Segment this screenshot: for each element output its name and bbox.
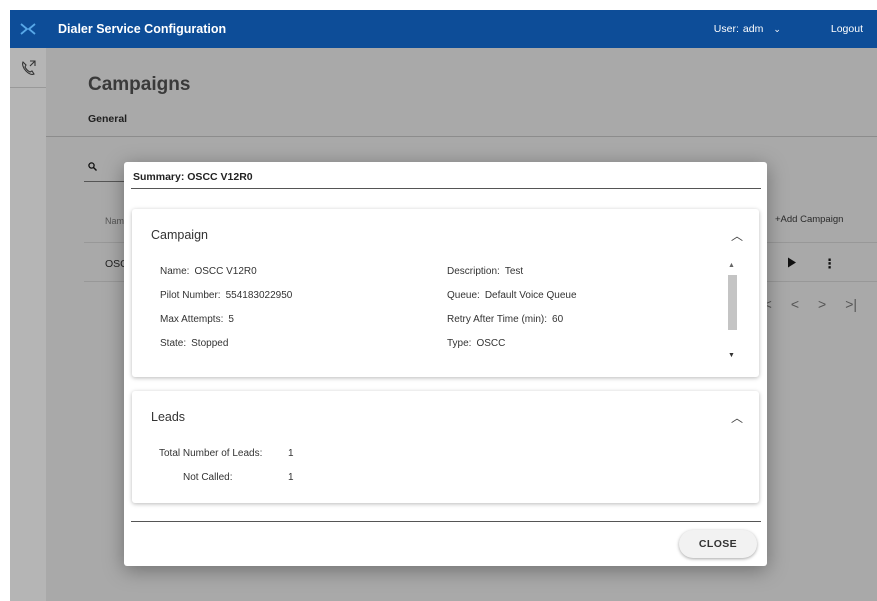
field-value: Default Voice Queue: [484, 290, 577, 301]
more-options-icon[interactable]: ⋮: [823, 256, 836, 272]
field-queue: Queue: Default Voice Queue: [447, 290, 577, 301]
scroll-thumb[interactable]: [728, 275, 737, 330]
chevron-up-icon[interactable]: ︿: [731, 227, 743, 244]
app-header: Dialer Service Configuration User: adm ⌄…: [10, 10, 877, 48]
field-pilot-number: Pilot Number: 554183022950: [160, 290, 292, 301]
summary-dialog: Summary: OSCC V12R0 Campaign ︿ Name: OSCC…: [124, 162, 767, 566]
leads-panel: Leads ︿ Total Number of Leads: 1 Not Cal…: [132, 391, 759, 503]
user-name: adm: [742, 23, 764, 35]
field-label: Pilot Number:: [160, 290, 221, 301]
column-header-name[interactable]: Nam: [105, 216, 124, 226]
scroll-down-icon[interactable]: ▼: [728, 352, 735, 359]
scroll-up-icon[interactable]: ▲: [728, 262, 735, 269]
total-leads-label: Total Number of Leads:: [159, 448, 263, 459]
fields-scrollbar[interactable]: ▲ ▼: [727, 262, 737, 368]
field-label: Name:: [160, 266, 190, 277]
dialog-title-divider: [131, 188, 761, 189]
field-value: OSCC V12R0: [194, 266, 257, 277]
user-menu[interactable]: User: adm ⌄: [714, 23, 781, 35]
pagination: |< < > >|: [760, 296, 857, 312]
field-value: OSCC: [476, 338, 506, 349]
field-value: 60: [552, 314, 564, 325]
field-description: Description: Test: [447, 266, 523, 277]
dialog-actions-divider: [131, 521, 761, 522]
tab-general[interactable]: General: [88, 113, 127, 125]
prev-page-button[interactable]: <: [791, 296, 799, 312]
field-value: Test: [504, 266, 524, 277]
not-called-value: 1: [288, 472, 294, 483]
close-button[interactable]: CLOSE: [679, 530, 757, 558]
field-label: Type:: [447, 338, 472, 349]
total-leads-value: 1: [288, 448, 294, 459]
chevron-down-icon[interactable]: ⌄: [773, 24, 781, 35]
app-logo-icon: [10, 10, 46, 48]
logout-link[interactable]: Logout: [831, 23, 863, 35]
field-type: Type: OSCC: [447, 338, 505, 349]
last-page-button[interactable]: >|: [845, 296, 857, 312]
field-value: Stopped: [191, 338, 229, 349]
phone-outgoing-icon: [22, 59, 36, 75]
chevron-up-icon[interactable]: ︿: [731, 409, 743, 426]
field-label: Queue:: [447, 290, 480, 301]
field-value: 5: [228, 314, 234, 325]
page-title: Campaigns: [88, 74, 191, 95]
campaign-panel-title[interactable]: Campaign: [151, 228, 208, 242]
side-rail: [10, 48, 46, 601]
field-name: Name: OSCC V12R0: [160, 266, 257, 277]
campaign-panel: Campaign ︿ Name: OSCC V12R0 Description: T…: [132, 209, 759, 377]
dialog-title: Summary: OSCC V12R0: [133, 171, 253, 183]
search-icon[interactable]: [88, 162, 97, 174]
field-label: Description:: [447, 266, 500, 277]
field-label: State:: [160, 338, 187, 349]
not-called-label: Not Called:: [183, 472, 233, 483]
field-retry-after: Retry After Time (min): 60: [447, 314, 563, 325]
add-campaign-button[interactable]: +Add Campaign: [775, 214, 843, 225]
play-icon[interactable]: [787, 257, 797, 271]
next-page-button[interactable]: >: [818, 296, 826, 312]
field-state: State: Stopped: [160, 338, 228, 349]
field-max-attempts: Max Attempts: 5: [160, 314, 234, 325]
campaign-fields: Name: OSCC V12R0 Description: Test Pilot N…: [160, 266, 720, 369]
leads-panel-title[interactable]: Leads: [151, 410, 185, 424]
field-value: 554183022950: [225, 290, 293, 301]
campaigns-nav-button[interactable]: [10, 48, 46, 88]
tab-divider: [46, 136, 877, 137]
user-label: User:: [713, 23, 739, 35]
field-label: Max Attempts:: [160, 314, 224, 325]
app-title: Dialer Service Configuration: [58, 22, 227, 36]
field-label: Retry After Time (min):: [447, 314, 548, 325]
